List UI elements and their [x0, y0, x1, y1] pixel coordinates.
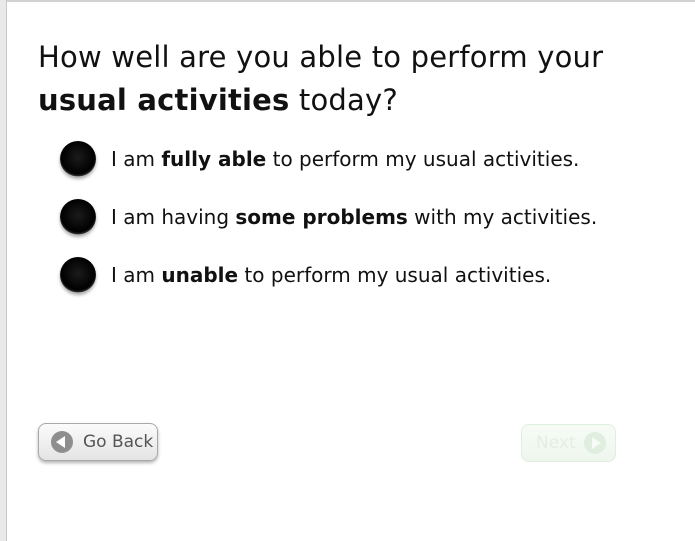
answer-options: I am fully able to perform my usual acti… — [60, 139, 597, 313]
option-label-pre: I am — [111, 147, 162, 171]
option-fully-able[interactable]: I am fully able to perform my usual acti… — [60, 139, 597, 179]
question-emphasis: usual activities — [38, 83, 290, 117]
next-button[interactable]: Next — [521, 424, 616, 462]
option-label-pre: I am having — [111, 205, 236, 229]
option-label-post: with my activities. — [407, 205, 598, 229]
option-label-bold: some problems — [235, 205, 408, 229]
go-back-label: Go Back — [83, 432, 154, 452]
option-label-post: to perform my usual activities. — [266, 147, 580, 171]
window-left-edge — [0, 0, 7, 541]
radio-button[interactable] — [60, 199, 96, 235]
question-tail: today? — [289, 83, 398, 117]
option-label: I am fully able to perform my usual acti… — [111, 147, 579, 171]
next-label: Next — [536, 433, 576, 453]
option-label-pre: I am — [111, 263, 162, 287]
option-label: I am unable to perform my usual activiti… — [111, 263, 551, 287]
arrow-right-circle-icon — [583, 432, 606, 454]
option-label-bold: fully able — [161, 147, 267, 171]
option-label-bold: unable — [161, 263, 239, 287]
arrow-left-circle-icon — [51, 431, 73, 453]
window-top-edge — [0, 0, 695, 2]
option-some-problems[interactable]: I am having some problems with my activi… — [60, 197, 597, 237]
option-label: I am having some problems with my activi… — [111, 205, 597, 229]
option-label-post: to perform my usual activities. — [238, 263, 552, 287]
radio-button[interactable] — [60, 141, 96, 177]
radio-button[interactable] — [60, 257, 96, 293]
question-text: How well are you able to perform your us… — [38, 36, 678, 122]
question-line-1: How well are you able to perform your — [38, 40, 604, 74]
go-back-button[interactable]: Go Back — [38, 423, 158, 461]
option-unable[interactable]: I am unable to perform my usual activiti… — [60, 255, 597, 295]
